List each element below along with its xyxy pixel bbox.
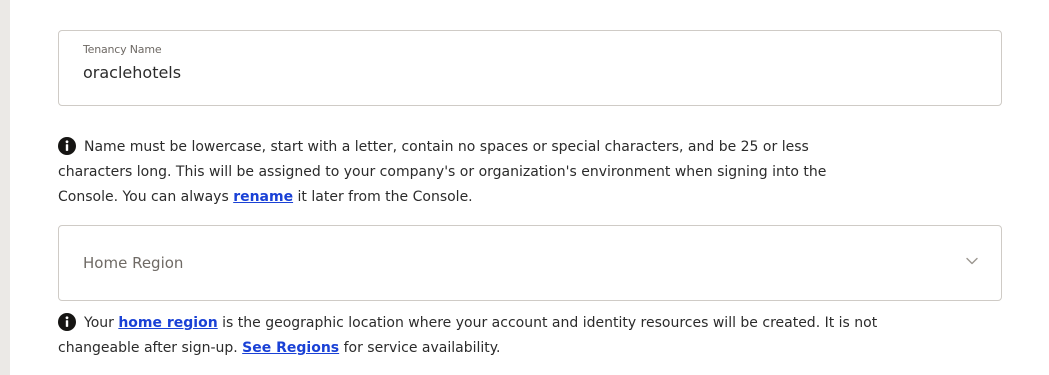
- left-divider: [0, 0, 10, 375]
- tenancy-name-input[interactable]: oraclehotels: [83, 63, 181, 82]
- region-help-text-2a: changeable after sign-up.: [58, 340, 243, 356]
- tenancy-help-line-1: Name must be lowercase, start with a let…: [58, 135, 1008, 160]
- tenancy-help-text-1: Name must be lowercase, start with a let…: [84, 139, 809, 155]
- tenancy-name-help: Name must be lowercase, start with a let…: [58, 135, 1008, 210]
- signup-form: Tenancy Name oraclehotels Name must be l…: [0, 0, 1049, 375]
- region-help-line-2: changeable after sign-up. See Regions fo…: [58, 336, 1008, 361]
- info-icon: [58, 313, 76, 331]
- region-help-text-1a: Your: [84, 315, 119, 331]
- region-help-text-1b: is the geographic location where your ac…: [217, 315, 878, 331]
- tenancy-help-text-3a: Console. You can always: [58, 189, 234, 205]
- region-help-line-1: Your home region is the geographic locat…: [58, 311, 1008, 336]
- see-regions-link[interactable]: See Regions: [242, 340, 339, 356]
- home-region-placeholder: Home Region: [83, 254, 184, 272]
- tenancy-help-line-3: Console. You can always rename it later …: [58, 185, 1008, 210]
- tenancy-name-field[interactable]: Tenancy Name oraclehotels: [58, 30, 1002, 106]
- home-region-select[interactable]: Home Region: [58, 225, 1002, 301]
- tenancy-help-line-2: characters long. This will be assigned t…: [58, 164, 827, 180]
- rename-link[interactable]: rename: [233, 189, 293, 205]
- home-region-help: Your home region is the geographic locat…: [58, 311, 1008, 361]
- region-help-text-2b: for service availability.: [339, 340, 501, 356]
- tenancy-name-label: Tenancy Name: [83, 43, 162, 56]
- home-region-link[interactable]: home region: [118, 315, 217, 331]
- chevron-down-icon[interactable]: [965, 254, 979, 268]
- info-icon: [58, 137, 76, 155]
- tenancy-help-text-3b: it later from the Console.: [293, 189, 473, 205]
